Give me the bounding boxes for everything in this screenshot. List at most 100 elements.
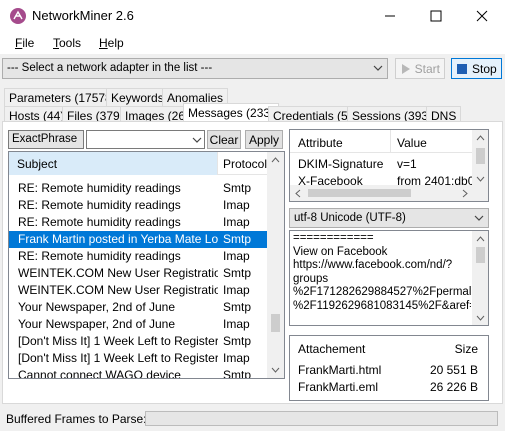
scroll-up-icon[interactable] <box>271 156 280 165</box>
body-line: View on Facebook <box>293 245 388 258</box>
maximize-icon <box>430 10 442 22</box>
attachment-name[interactable]: FrankMarti.html <box>298 363 381 377</box>
scroll-down-icon[interactable] <box>476 174 485 183</box>
start-button[interactable]: Start <box>395 58 445 79</box>
close-button[interactable] <box>459 0 505 32</box>
close-icon <box>476 10 488 22</box>
attachment-size: 20 551 B <box>429 363 478 377</box>
messages-scroll-thumb[interactable] <box>271 314 280 332</box>
menu-tools[interactable]: Tools <box>53 36 81 50</box>
column-header-value[interactable]: Value <box>397 136 427 150</box>
play-icon <box>402 63 410 74</box>
message-row[interactable]: RE: Remote humidity readings Imap <box>9 248 274 265</box>
scroll-up-icon[interactable] <box>476 134 485 143</box>
scroll-down-icon[interactable] <box>271 365 280 374</box>
stop-button[interactable]: Stop <box>451 58 502 79</box>
attributes-scroll-thumb[interactable] <box>476 148 485 164</box>
filter-history-dropdown[interactable] <box>187 130 206 149</box>
network-adapter-select[interactable]: --- Select a network adapter in the list… <box>2 58 388 79</box>
body-scroll-thumb[interactable] <box>476 247 485 263</box>
message-protocol: Smtp <box>223 232 252 246</box>
column-header-attribute[interactable]: Attribute <box>298 136 343 150</box>
message-row[interactable]: RE: Remote humidity readings Imap <box>9 214 274 231</box>
message-subject: WEINTEK.COM New User Registratio... <box>18 283 218 297</box>
buffered-frames-progress <box>145 411 498 426</box>
scroll-corner <box>472 185 488 201</box>
message-body-lines: ============ View on Facebook https://www.… <box>293 232 471 325</box>
encoding-select[interactable]: utf-8 Unicode (UTF-8) <box>289 208 489 228</box>
message-protocol: Imap <box>223 283 250 297</box>
attachments-table[interactable]: Attachement Size FrankMarti.html 20 551 … <box>289 335 489 401</box>
message-protocol: Imap <box>223 317 250 331</box>
message-subject: Cannot connect WAGO device <box>18 368 181 379</box>
message-subject: RE: Remote humidity readings <box>18 198 181 212</box>
scroll-down-icon[interactable] <box>476 313 485 322</box>
apply-button[interactable]: Apply <box>245 130 283 149</box>
body-vertical-scrollbar[interactable] <box>472 231 488 325</box>
body-line: https://www.facebook.com/nd/? <box>293 259 453 271</box>
message-subject: Your Newspaper, 2nd of June <box>18 317 176 331</box>
header-divider <box>390 130 391 153</box>
tab-parameters[interactable]: Parameters (17578) <box>4 88 121 106</box>
column-header-size[interactable]: Size <box>455 342 478 356</box>
column-header-protocol[interactable]: Protocol <box>223 157 267 171</box>
minimize-icon <box>385 15 395 17</box>
clear-button[interactable]: Clear <box>207 130 241 149</box>
message-protocol: Smtp <box>223 334 252 348</box>
column-header-subject[interactable]: Subject <box>9 152 218 175</box>
body-line: ============ <box>293 232 374 244</box>
column-header-attachment[interactable]: Attachement <box>298 342 365 356</box>
chevron-down-icon <box>373 65 383 71</box>
attributes-horizontal-scrollbar[interactable] <box>290 185 473 201</box>
messages-list-header: Subject Protocol <box>9 152 274 175</box>
message-subject: WEINTEK.COM New User Registratio... <box>18 266 218 280</box>
menu-help[interactable]: Help <box>99 36 124 50</box>
scroll-left-icon[interactable] <box>294 189 303 198</box>
start-label: Start <box>414 61 440 76</box>
message-protocol: Smtp <box>223 266 252 280</box>
message-subject: RE: Remote humidity readings <box>18 249 181 263</box>
body-line: %2F171282629884527%2Fpermalink <box>293 286 471 298</box>
message-row[interactable]: Cannot connect WAGO device Smtp <box>9 367 274 379</box>
messages-vertical-scrollbar[interactable] <box>267 152 284 378</box>
message-row[interactable]: RE: Remote humidity readings Imap <box>9 197 274 214</box>
body-line: groups <box>293 272 329 285</box>
scroll-right-icon[interactable] <box>460 189 469 198</box>
buffered-frames-label: Buffered Frames to Parse: <box>6 412 147 426</box>
maximize-button[interactable] <box>413 0 459 32</box>
attribute-value: v=1 <box>397 157 417 171</box>
filter-mode-select[interactable]: ExactPhrase <box>8 130 84 149</box>
message-row[interactable]: WEINTEK.COM New User Registratio... Smtp <box>9 265 274 282</box>
message-row[interactable]: [Don't Miss It] 1 Week Left to Register S… <box>9 333 274 350</box>
message-row[interactable]: RE: Remote humidity readings Smtp <box>9 180 274 197</box>
message-row[interactable]: Your Newspaper, 2nd of June Smtp <box>9 299 274 316</box>
message-row[interactable]: WEINTEK.COM New User Registratio... Imap <box>9 282 274 299</box>
body-line: %2F1192629681083145%2F&aref=15 <box>293 299 471 312</box>
message-subject: Frank Martin posted in Yerba Mate Lov... <box>18 232 218 246</box>
attachment-name[interactable]: FrankMarti.eml <box>298 380 378 394</box>
message-subject: RE: Remote humidity readings <box>18 181 181 195</box>
message-protocol: Imap <box>223 351 250 365</box>
message-subject: [Don't Miss It] 1 Week Left to Register <box>18 334 218 348</box>
menu-file[interactable]: File <box>15 36 34 50</box>
attributes-header: Attribute Value <box>290 130 473 153</box>
attributes-hscroll-thumb[interactable] <box>308 189 411 197</box>
message-body-text[interactable]: ============ View on Facebook https://www.… <box>289 230 489 326</box>
encoding-select-value: utf-8 Unicode (UTF-8) <box>294 212 406 224</box>
message-subject: Your Newspaper, 2nd of June <box>18 300 176 314</box>
attributes-table[interactable]: Attribute Value DKIM-Signature v=1 X-Fac… <box>289 129 489 202</box>
networkminer-logo-icon <box>10 8 26 24</box>
adapter-select-value: --- Select a network adapter in the list… <box>7 62 213 74</box>
window-title: NetworkMiner 2.6 <box>32 8 134 23</box>
message-row[interactable]: [Don't Miss It] 1 Week Left to Register I… <box>9 350 274 367</box>
messages-list[interactable]: Subject Protocol RE: Remote humidity rea… <box>8 151 285 379</box>
message-row[interactable]: Your Newspaper, 2nd of June Imap <box>9 316 274 333</box>
attributes-vertical-scrollbar[interactable] <box>472 130 488 186</box>
minimize-button[interactable] <box>367 0 413 32</box>
attachment-size: 26 226 B <box>429 380 478 394</box>
message-protocol: Imap <box>223 215 250 229</box>
tab-keywords[interactable]: Keywords <box>106 88 169 106</box>
message-protocol: Smtp <box>223 300 252 314</box>
message-row[interactable]: Frank Martin posted in Yerba Mate Lov...… <box>9 231 274 248</box>
scroll-up-icon[interactable] <box>476 235 485 244</box>
